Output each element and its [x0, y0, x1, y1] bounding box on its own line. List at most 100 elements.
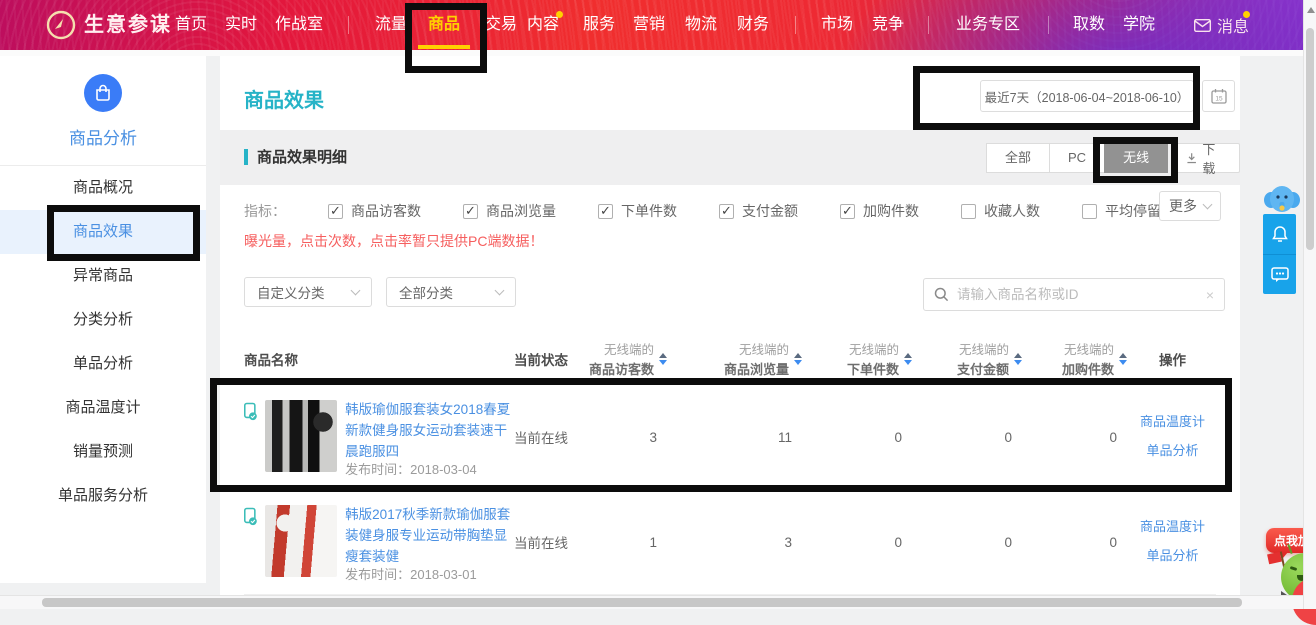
sidebar-item-product-effect[interactable]: 商品效果 [0, 210, 206, 254]
metric-label: 商品访客数 [351, 201, 421, 221]
search-input[interactable] [957, 287, 1198, 302]
sort-control[interactable] [1119, 353, 1127, 365]
thermometer-link[interactable]: 商品温度计 [1129, 513, 1216, 542]
sort-control[interactable] [904, 353, 912, 365]
sort-control[interactable] [1014, 353, 1022, 365]
checkbox-icon[interactable] [328, 204, 343, 219]
checkbox-icon[interactable] [463, 204, 478, 219]
sidebar-item-single-item-service[interactable]: 单品服务分析 [0, 474, 206, 518]
nav-item-service[interactable]: 服务 [583, 0, 615, 50]
sidebar-title: 商品分析 [0, 124, 206, 149]
sidebar-item-abnormal-products[interactable]: 异常商品 [0, 254, 206, 298]
red-flag-icon [1267, 552, 1282, 564]
pageviews-value: 11 [669, 430, 804, 445]
nav-item-finance[interactable]: 财务 [737, 0, 769, 50]
metric-orders[interactable]: 下单件数 [598, 201, 677, 221]
col-product-name: 商品名称 [244, 349, 514, 369]
horizontal-scrollbar[interactable] [0, 595, 1303, 609]
nav-item-realtime[interactable]: 实时 [225, 0, 257, 50]
nav-item-marketing[interactable]: 营销 [633, 0, 665, 50]
nav-item-content[interactable]: 内容 [527, 0, 559, 50]
checkbox-icon[interactable] [1082, 204, 1097, 219]
nav-item-trade[interactable]: 交易 [485, 0, 517, 50]
col-prefix: 无线端的 [1062, 339, 1114, 358]
active-nav-underline [418, 45, 470, 49]
svg-text:15: 15 [1215, 96, 1223, 103]
single-item-analysis-link[interactable]: 单品分析 [1129, 542, 1216, 571]
payment-value: 0 [914, 430, 1024, 445]
sidebar-item-product-thermometer[interactable]: 商品温度计 [0, 386, 206, 430]
more-metrics-button[interactable]: 更多 [1159, 191, 1221, 221]
sidebar-item-category-analysis[interactable]: 分类分析 [0, 298, 206, 342]
col-payment: 无线端的 支付金额 [914, 339, 1024, 378]
vertical-scrollbar-thumb[interactable] [1306, 28, 1314, 250]
checkbox-icon[interactable] [840, 204, 855, 219]
feedback-chat-button[interactable] [1263, 254, 1296, 294]
publish-date: 发布时间：2018-03-01 [345, 564, 477, 583]
checkbox-icon[interactable] [598, 204, 613, 219]
nav-item-logistics[interactable]: 物流 [685, 0, 717, 50]
table-row: 韩版瑜伽服套装女2018春夏新款健身服女运动套装速干晨跑服四 发布时间：2018… [244, 385, 1216, 490]
publish-date: 发布时间：2018-03-04 [345, 459, 477, 478]
nav-item-warroom[interactable]: 作战室 [275, 0, 323, 50]
product-title-link[interactable]: 韩版2017秋季新款瑜伽服套装健身服专业运动带胸垫显瘦套装健 [345, 505, 514, 568]
nav-item-data-fetch[interactable]: 取数 [1073, 0, 1105, 50]
nav-item-home[interactable]: 首页 [175, 0, 207, 50]
checkbox-icon[interactable] [961, 204, 976, 219]
metric-pageviews[interactable]: 商品浏览量 [463, 201, 556, 221]
date-range-selector[interactable]: 最近7天（2018-06-04~2018-06-10） [980, 80, 1194, 112]
nav-item-business-zone[interactable]: 业务专区 [956, 0, 1020, 50]
page-title: 商品效果 [244, 84, 324, 113]
metric-payment[interactable]: 支付金额 [719, 201, 798, 221]
table-header-row: 商品名称 当前状态 无线端的 商品访客数 无线端的 商品浏览量 [244, 333, 1216, 385]
device-tab-pc[interactable]: PC [1049, 143, 1105, 173]
vertical-scrollbar[interactable] [1303, 0, 1316, 609]
calendar-button[interactable]: 15 [1202, 80, 1235, 112]
custom-category-dropdown[interactable]: 自定义分类 [244, 277, 372, 307]
status-cell: 当前在线 [514, 427, 589, 447]
col-visitors: 无线端的 商品访客数 [589, 339, 669, 378]
sidebar-item-sales-forecast[interactable]: 销量预测 [0, 430, 206, 474]
nav-item-product[interactable]: 商品 [428, 0, 460, 50]
brand-title[interactable]: 生意参谋 [84, 0, 172, 50]
section-title: 商品效果明细 [257, 146, 347, 167]
product-title-link[interactable]: 韩版瑜伽服套装女2018春夏新款健身服女运动套装速干晨跑服四 [345, 400, 514, 463]
mobile-verified-icon [244, 400, 257, 424]
horizontal-scrollbar-thumb[interactable] [42, 598, 1242, 607]
nav-item-market[interactable]: 市场 [821, 0, 853, 50]
device-tab-all[interactable]: 全部 [986, 143, 1050, 173]
product-cell: 韩版2017秋季新款瑜伽服套装健身服专业运动带胸垫显瘦套装健 发布时间：2018… [244, 490, 514, 594]
thermometer-link[interactable]: 商品温度计 [1129, 408, 1216, 437]
sort-control[interactable] [659, 353, 667, 365]
single-item-analysis-link[interactable]: 单品分析 [1129, 437, 1216, 466]
checkbox-icon[interactable] [719, 204, 734, 219]
notifications-button[interactable] [1263, 214, 1296, 254]
sort-control[interactable] [794, 353, 802, 365]
scroll-up-arrow[interactable] [1307, 7, 1315, 13]
dropdown-value: 全部分类 [399, 282, 453, 302]
metric-cart-adds[interactable]: 加购件数 [840, 201, 919, 221]
nav-item-competition[interactable]: 竞争 [872, 0, 904, 50]
nav-item-traffic[interactable]: 流量 [375, 0, 407, 50]
device-tab-wireless[interactable]: 无线 [1104, 143, 1168, 173]
download-icon [1186, 152, 1197, 164]
download-button[interactable]: 下载 [1173, 143, 1240, 173]
product-effect-table: 商品名称 当前状态 无线端的 商品访客数 无线端的 商品浏览量 [244, 333, 1216, 595]
all-category-dropdown[interactable]: 全部分类 [386, 277, 516, 307]
messages-entry[interactable]: 消息 [1194, 0, 1249, 50]
clear-search-icon[interactable]: × [1206, 287, 1214, 303]
metric-visitors[interactable]: 商品访客数 [328, 201, 421, 221]
orders-value: 0 [804, 430, 914, 445]
brand-logo-icon [46, 10, 76, 40]
sidebar-item-single-item-analysis[interactable]: 单品分析 [0, 342, 206, 386]
product-image[interactable] [265, 400, 337, 472]
product-image[interactable] [265, 505, 337, 577]
col-prefix: 无线端的 [957, 339, 1009, 358]
status-cell: 当前在线 [514, 532, 589, 552]
metric-favorites[interactable]: 收藏人数 [961, 201, 1040, 221]
sidebar-item-product-overview[interactable]: 商品概况 [0, 166, 206, 210]
col-label: 加购件数 [1062, 359, 1114, 378]
metric-label: 收藏人数 [984, 201, 1040, 221]
orders-value: 0 [804, 535, 914, 550]
nav-item-academy[interactable]: 学院 [1123, 0, 1155, 50]
